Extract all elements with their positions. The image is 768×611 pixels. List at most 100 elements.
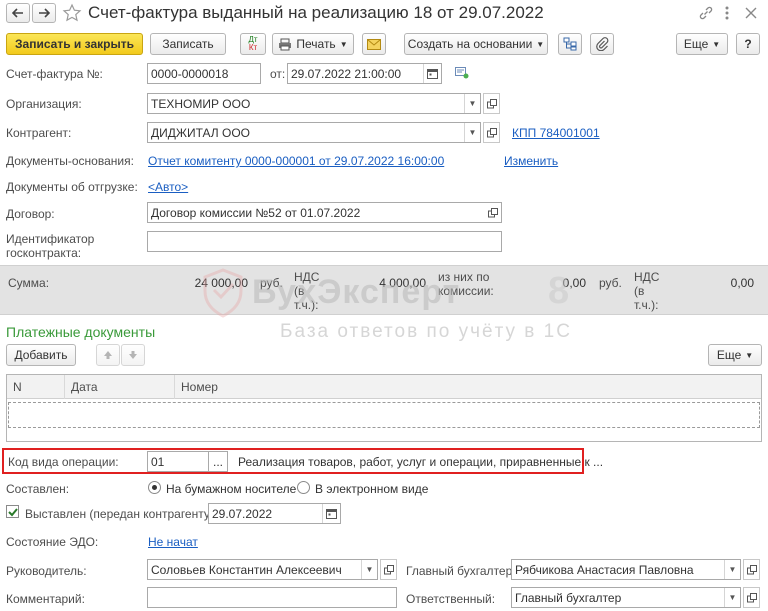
operation-code-select-button[interactable]: ... xyxy=(208,451,228,472)
contract-value: Договор комиссии №52 от 01.07.2022 xyxy=(151,205,361,220)
back-button[interactable] xyxy=(6,3,30,23)
open-contractor-button[interactable] xyxy=(483,122,500,143)
gov-contract-input[interactable] xyxy=(147,231,502,252)
watermark-digit: 8 xyxy=(548,270,570,312)
table-row[interactable] xyxy=(8,402,760,428)
payments-more-button[interactable]: Еще ▼ xyxy=(708,344,762,366)
commission-currency: руб. xyxy=(599,276,622,290)
head-label: Руководитель: xyxy=(6,564,87,578)
head-value: Соловьев Константин Алексеевич xyxy=(151,562,342,577)
open-window-icon[interactable] xyxy=(485,203,501,222)
open-chief-accountant-button[interactable] xyxy=(743,559,760,580)
invoice-number-input[interactable]: 0000-0000018 xyxy=(147,63,261,84)
operation-code-input[interactable]: 01 xyxy=(147,451,209,472)
save-and-close-button[interactable]: Записать и закрыть xyxy=(6,33,143,55)
kt-label: Кт xyxy=(248,43,258,52)
composed-electronic-radio[interactable] xyxy=(297,481,310,494)
column-header-n[interactable]: N xyxy=(7,375,65,399)
issued-label: Выставлен (передан контрагенту): xyxy=(25,507,218,521)
head-select[interactable]: Соловьев Константин Алексеевич ▼ xyxy=(147,559,378,580)
chief-accountant-select[interactable]: Рябчикова Анастасия Павловна ▼ xyxy=(511,559,741,580)
shipping-documents-label: Документы об отгрузке: xyxy=(6,180,138,194)
chevron-down-icon[interactable]: ▼ xyxy=(361,560,377,579)
more-vertical-icon[interactable] xyxy=(722,5,732,21)
close-icon[interactable] xyxy=(743,5,759,21)
payments-more-label: Еще xyxy=(716,348,742,362)
payments-section-title: Платежные документы xyxy=(6,324,156,340)
vat2-label-line2: (в xyxy=(634,284,645,298)
gov-contract-label-line1: Идентификатор xyxy=(6,232,95,246)
add-payment-button[interactable]: Добавить xyxy=(6,344,76,366)
create-based-on-button[interactable]: Создать на основании ▼ xyxy=(404,33,548,55)
open-responsible-button[interactable] xyxy=(743,587,760,608)
edo-status-link[interactable]: Не начат xyxy=(148,535,198,549)
favorite-star-icon[interactable] xyxy=(62,3,82,23)
forward-button[interactable] xyxy=(32,3,56,23)
comment-input[interactable] xyxy=(147,587,397,608)
kpp-link[interactable]: КПП 784001001 xyxy=(512,126,600,140)
chevron-down-icon[interactable]: ▼ xyxy=(724,560,740,579)
open-head-button[interactable] xyxy=(380,559,397,580)
more-button[interactable]: Еще ▼ xyxy=(676,33,728,55)
save-button[interactable]: Записать xyxy=(150,33,226,55)
chevron-down-icon[interactable]: ▼ xyxy=(464,94,480,113)
invoice-date-label: от: xyxy=(270,67,286,81)
chevron-down-icon: ▼ xyxy=(712,39,721,49)
window-title: Счет-фактура выданный на реализацию 18 о… xyxy=(88,3,544,22)
invoice-date-input[interactable]: 29.07.2022 21:00:00 xyxy=(287,63,442,84)
organization-select[interactable]: ТЕХНОМИР ООО ▼ xyxy=(147,93,481,114)
chevron-down-icon[interactable]: ▼ xyxy=(464,123,480,142)
attach-button[interactable] xyxy=(590,33,614,55)
contract-input[interactable]: Договор комиссии №52 от 01.07.2022 xyxy=(147,202,502,223)
move-up-button[interactable] xyxy=(96,344,120,366)
responsible-label: Ответственный: xyxy=(406,592,496,606)
open-window-icon xyxy=(486,98,497,108)
organization-label: Организация: xyxy=(6,97,82,111)
operation-code-description: Реализация товаров, работ, услуг и опера… xyxy=(238,455,604,469)
composed-electronic-label[interactable]: В электронном виде xyxy=(315,482,428,496)
responsible-select[interactable]: Главный бухгалтер ▼ xyxy=(511,587,741,608)
print-button[interactable]: Печать ▼ xyxy=(272,33,354,55)
dt-kt-button[interactable]: Дт Кт xyxy=(240,33,266,55)
composed-paper-label[interactable]: На бумажном носителе xyxy=(166,482,296,496)
column-header-date[interactable]: Дата xyxy=(65,375,175,399)
print-label: Печать xyxy=(296,37,336,51)
hierarchy-icon xyxy=(563,37,577,51)
checkmark-icon xyxy=(8,508,18,517)
contract-label: Договор: xyxy=(6,207,55,221)
structure-button[interactable] xyxy=(558,33,582,55)
gov-contract-label-line2: госконтракта: xyxy=(6,246,82,260)
printer-icon xyxy=(279,38,292,50)
calendar-icon[interactable] xyxy=(322,504,340,523)
composed-paper-radio[interactable] xyxy=(148,481,161,494)
responsible-value: Главный бухгалтер xyxy=(515,590,622,605)
contractor-select[interactable]: ДИДЖИТАЛ ООО ▼ xyxy=(147,122,481,143)
invoice-number-label: Счет-фактура №: xyxy=(6,67,103,81)
contractor-value: ДИДЖИТАЛ ООО xyxy=(151,125,250,140)
issued-checkbox[interactable] xyxy=(6,505,19,518)
link-icon[interactable] xyxy=(698,5,714,21)
more-label: Еще xyxy=(683,37,709,51)
chief-accountant-value: Рябчикова Анастасия Павловна xyxy=(515,562,694,577)
watermark-brand: БухЭксперт xyxy=(252,273,461,311)
move-down-button[interactable] xyxy=(121,344,145,366)
base-documents-link[interactable]: Отчет комитенту 0000-000001 от 29.07.202… xyxy=(148,154,444,168)
issued-date-input[interactable]: 29.07.2022 xyxy=(208,503,341,524)
change-link[interactable]: Изменить xyxy=(504,154,558,168)
shipping-documents-link[interactable]: <Авто> xyxy=(148,180,188,194)
chevron-down-icon: ▼ xyxy=(339,39,348,49)
comment-label: Комментарий: xyxy=(6,592,85,606)
composed-label: Составлен: xyxy=(6,482,70,496)
open-organization-button[interactable] xyxy=(483,93,500,114)
calendar-icon[interactable] xyxy=(423,64,441,83)
create-based-on-label: Создать на основании xyxy=(407,37,533,51)
help-button[interactable]: ? xyxy=(736,33,760,55)
vat2-value: 0,00 xyxy=(730,276,754,290)
column-header-number[interactable]: Номер xyxy=(175,375,761,399)
chevron-down-icon[interactable]: ▼ xyxy=(724,588,740,607)
email-button[interactable] xyxy=(362,33,386,55)
payments-table-header: N Дата Номер xyxy=(7,375,761,399)
arrow-right-icon xyxy=(39,8,50,18)
edo-status-icon[interactable] xyxy=(455,67,469,79)
payments-table[interactable]: N Дата Номер xyxy=(6,374,762,442)
